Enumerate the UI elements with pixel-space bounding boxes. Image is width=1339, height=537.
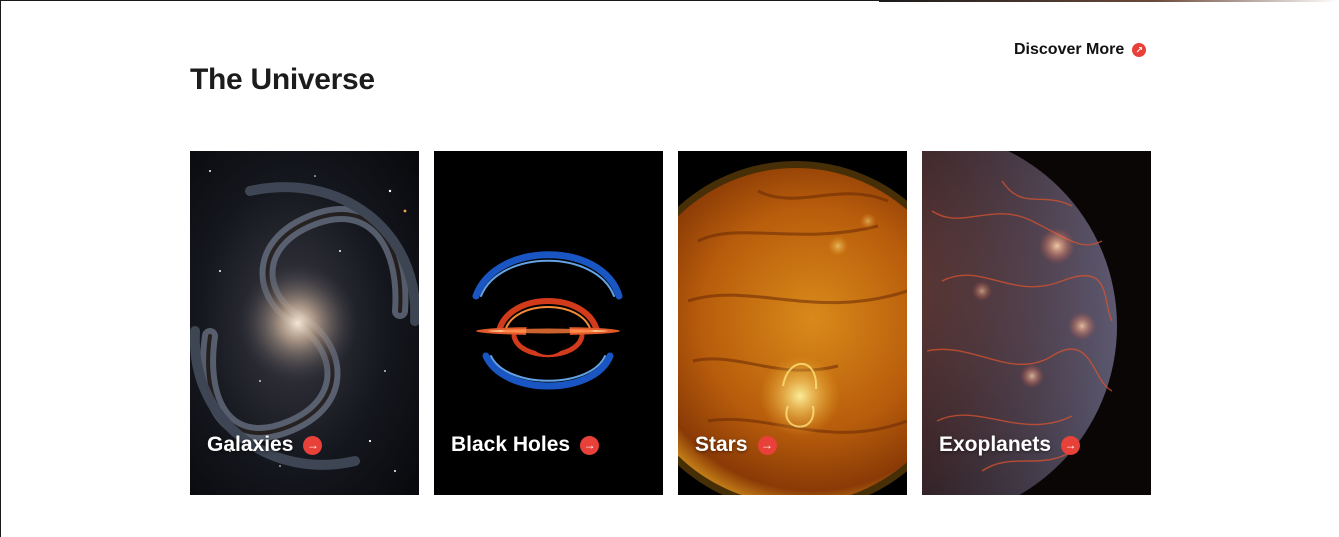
topic-cards: Galaxies → Black Holes → Stars → Exoplan… (190, 151, 1151, 495)
card-label-galaxies: Galaxies → (207, 433, 323, 457)
arrow-right-icon: → (757, 435, 777, 455)
arrow-up-right-icon: ↗ (1132, 43, 1147, 57)
card-label-black-holes: Black Holes → (451, 433, 600, 457)
card-title: Stars (695, 433, 748, 456)
card-title: Black Holes (451, 433, 571, 456)
card-exoplanets[interactable]: Exoplanets → (922, 151, 1151, 495)
discover-more-label: Discover More (1014, 41, 1125, 58)
discover-more-link[interactable]: Discover More ↗ (1014, 41, 1147, 59)
card-stars[interactable]: Stars → (678, 151, 907, 495)
arrow-right-icon: → (580, 435, 600, 455)
section-title: The Universe (190, 63, 375, 96)
card-label-stars: Stars → (695, 433, 777, 457)
card-title: Exoplanets (939, 433, 1052, 456)
arrow-right-icon: → (303, 435, 323, 455)
arrow-right-icon: → (1061, 435, 1081, 455)
card-title: Galaxies (207, 433, 294, 456)
card-black-holes[interactable]: Black Holes → (434, 151, 663, 495)
card-galaxies[interactable]: Galaxies → (190, 151, 419, 495)
page: The Universe Discover More ↗ Galaxies → … (0, 0, 1339, 537)
card-label-exoplanets: Exoplanets → (939, 433, 1081, 457)
